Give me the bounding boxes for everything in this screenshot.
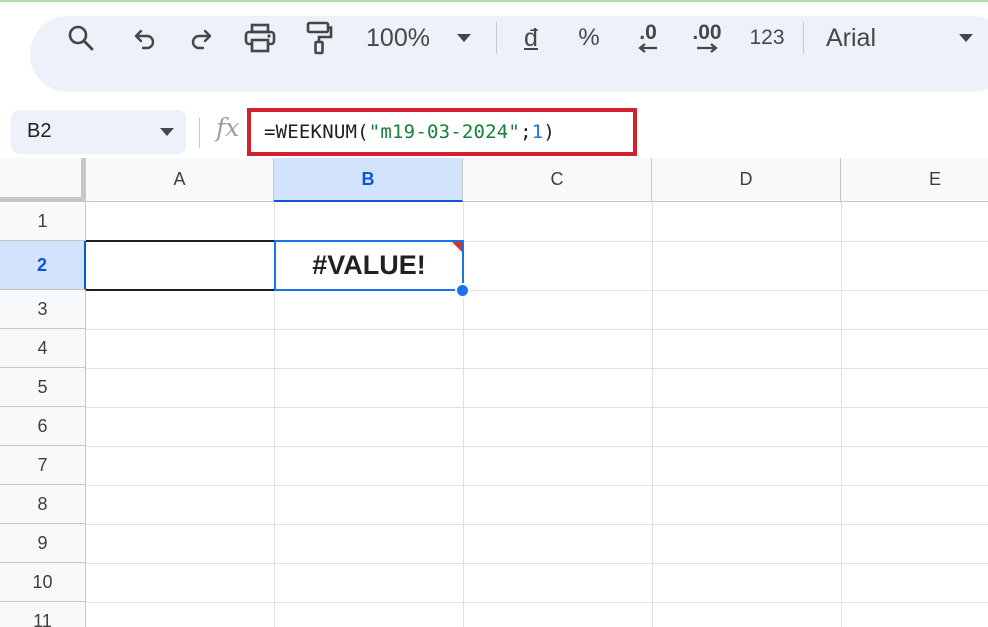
grid-line [86,446,988,447]
chevron-down-icon [457,34,471,42]
select-all-corner[interactable] [0,158,86,202]
row-header-7[interactable]: 7 [0,446,86,485]
row-header-8[interactable]: 8 [0,485,86,524]
column-header-e[interactable]: E [841,158,988,202]
cell-a2-border-top [86,240,274,242]
row-header-4[interactable]: 4 [0,329,86,368]
increase-decimal-label: .00 [692,21,722,44]
decrease-decimal-button[interactable]: .0 [628,0,668,76]
row-header-6[interactable]: 6 [0,407,86,446]
print-icon [244,23,276,53]
zoom-select[interactable]: 100% [356,0,440,76]
currency-format-button[interactable]: đ [516,0,546,76]
paint-format-button[interactable] [300,0,338,76]
paint-format-icon [306,21,333,55]
row-header-10[interactable]: 10 [0,563,86,602]
arrow-left-icon [638,43,657,53]
font-name: Arial [826,23,877,52]
grid-line [86,329,988,330]
formula-text: =WEEKNUM("m19-03-2024";1) [264,121,555,143]
column-header-d[interactable]: D [652,158,841,202]
chevron-down-icon [959,34,973,42]
name-box[interactable]: B2 [11,110,186,154]
search-icon [68,25,94,51]
fill-handle[interactable] [455,283,470,298]
font-select[interactable]: Arial [826,0,896,76]
zoom-dropdown-button[interactable] [452,0,476,76]
row-header-9[interactable]: 9 [0,524,86,563]
column-header-c[interactable]: C [463,158,652,202]
cell-reference: B2 [27,120,52,142]
arrow-right-icon [697,43,718,53]
decrease-decimal-label: .0 [639,21,657,44]
error-indicator-icon[interactable] [452,242,462,252]
print-button[interactable] [240,0,280,76]
column-header-a[interactable]: A [86,158,274,202]
redo-button[interactable] [182,0,220,76]
formula-string-arg: "m19-03-2024" [368,121,521,143]
formula-separator [199,118,200,148]
grid-line [86,563,988,564]
formula-suffix: ) [543,121,555,143]
increase-decimal-button[interactable]: .00 [686,0,728,76]
grid-line [86,407,988,408]
cell-b2-value: #VALUE! [312,250,426,280]
zoom-value: 100% [366,23,430,52]
cell-a2-border-bottom [86,289,274,291]
spreadsheet-grid[interactable]: A B C D E 1 2 3 4 5 6 7 8 9 10 11 #VALUE… [0,158,988,627]
fx-icon: fx [216,113,240,142]
chevron-down-icon[interactable] [160,128,174,136]
cell-b2[interactable]: #VALUE! [274,240,464,291]
row-header-1[interactable]: 1 [0,202,86,241]
row-header-2[interactable]: 2 [0,241,86,290]
formula-input[interactable]: =WEEKNUM("m19-03-2024";1) [247,108,637,156]
redo-icon [191,29,212,50]
undo-button[interactable] [126,0,164,76]
font-dropdown-button[interactable] [954,0,978,76]
grid-line [86,602,988,603]
grid-line [86,524,988,525]
grid-line [86,368,988,369]
toolbar-separator [496,22,497,54]
row-header-3[interactable]: 3 [0,290,86,329]
undo-icon [134,29,155,50]
search-button[interactable] [62,0,100,76]
toolbar-separator [803,22,804,54]
column-header-b[interactable]: B [274,158,463,202]
row-header-11[interactable]: 11 [0,602,86,627]
percent-label: % [578,24,600,51]
percent-format-button[interactable]: % [572,0,606,76]
grid-line [86,485,988,486]
row-header-5[interactable]: 5 [0,368,86,407]
formula-prefix: =WEEKNUM( [264,121,369,143]
number-format-button[interactable]: 123 [744,0,790,76]
currency-label: đ [524,23,538,52]
number-format-label: 123 [749,26,785,49]
formula-number-arg: 1 [531,121,544,143]
formula-separator-char: ; [520,121,532,143]
